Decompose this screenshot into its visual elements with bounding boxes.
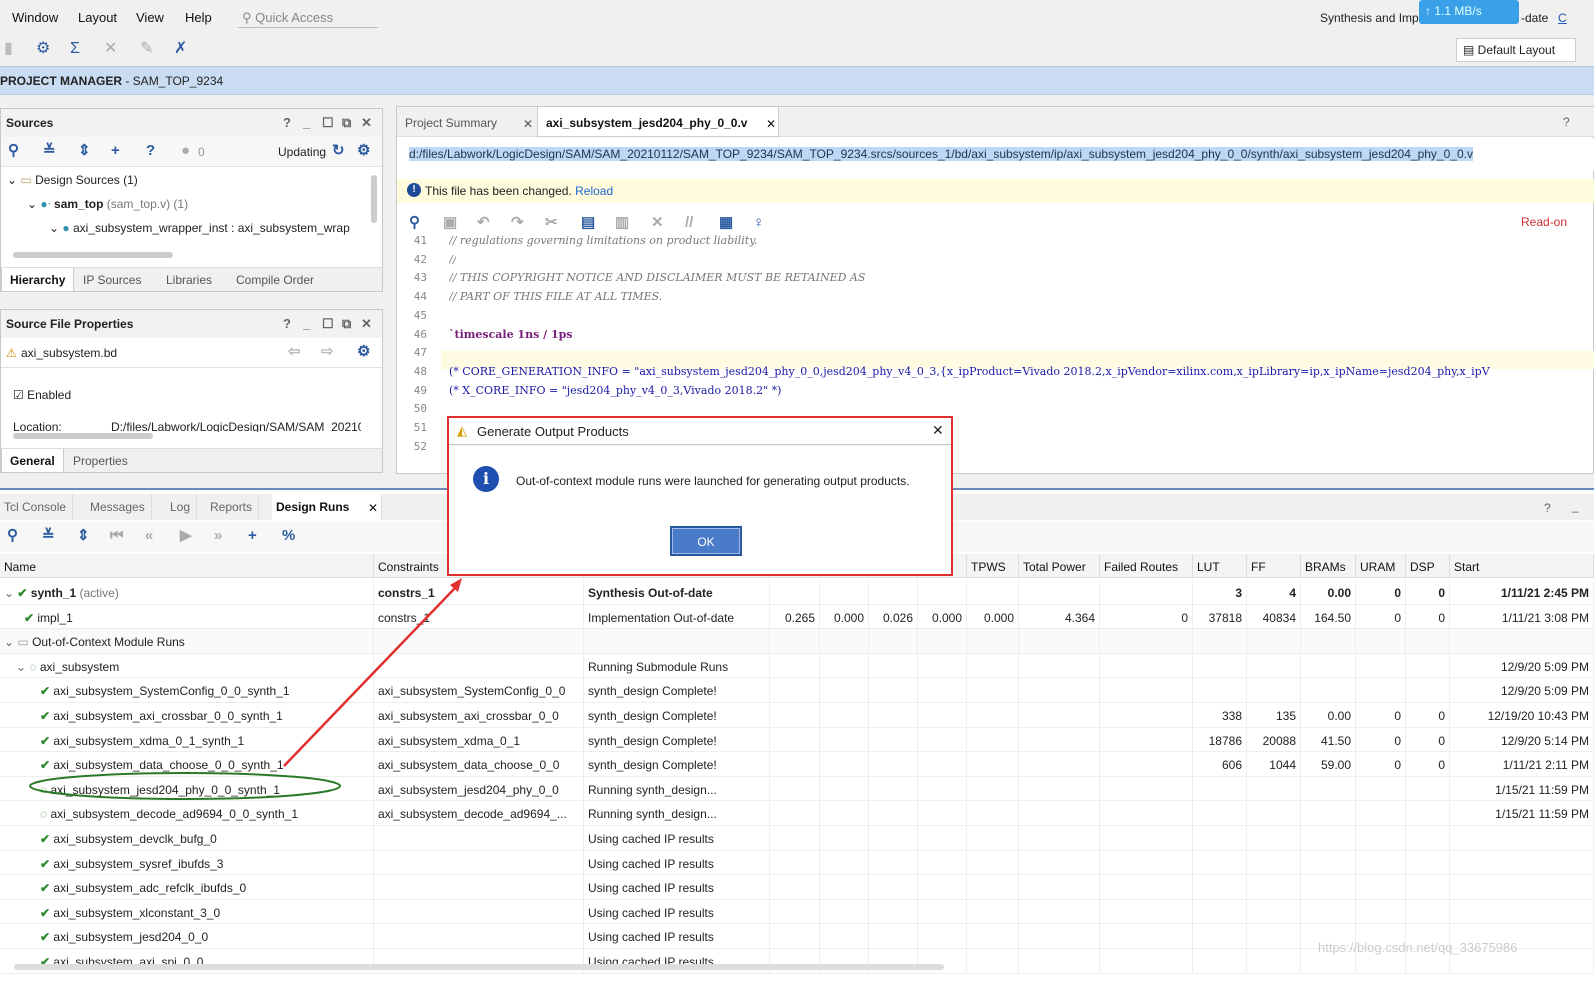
generate-output-products-dialog: ◭ Generate Output Products ✕ i Out-of-co… [447, 416, 953, 576]
close-icon[interactable]: ✕ [932, 422, 944, 439]
info-icon: i [473, 466, 499, 492]
ok-button[interactable]: OK [670, 526, 742, 556]
annotation-ellipse [29, 772, 341, 800]
annotation-arrow [283, 587, 456, 767]
dialog-message: Out-of-context module runs were launched… [516, 474, 910, 488]
dialog-title: Generate Output Products [477, 424, 629, 439]
dialog-body: i Out-of-context module runs were launch… [449, 446, 951, 574]
dialog-titlebar: ◭ Generate Output Products ✕ [449, 418, 951, 445]
vivado-logo-icon: ◭ [457, 423, 467, 438]
